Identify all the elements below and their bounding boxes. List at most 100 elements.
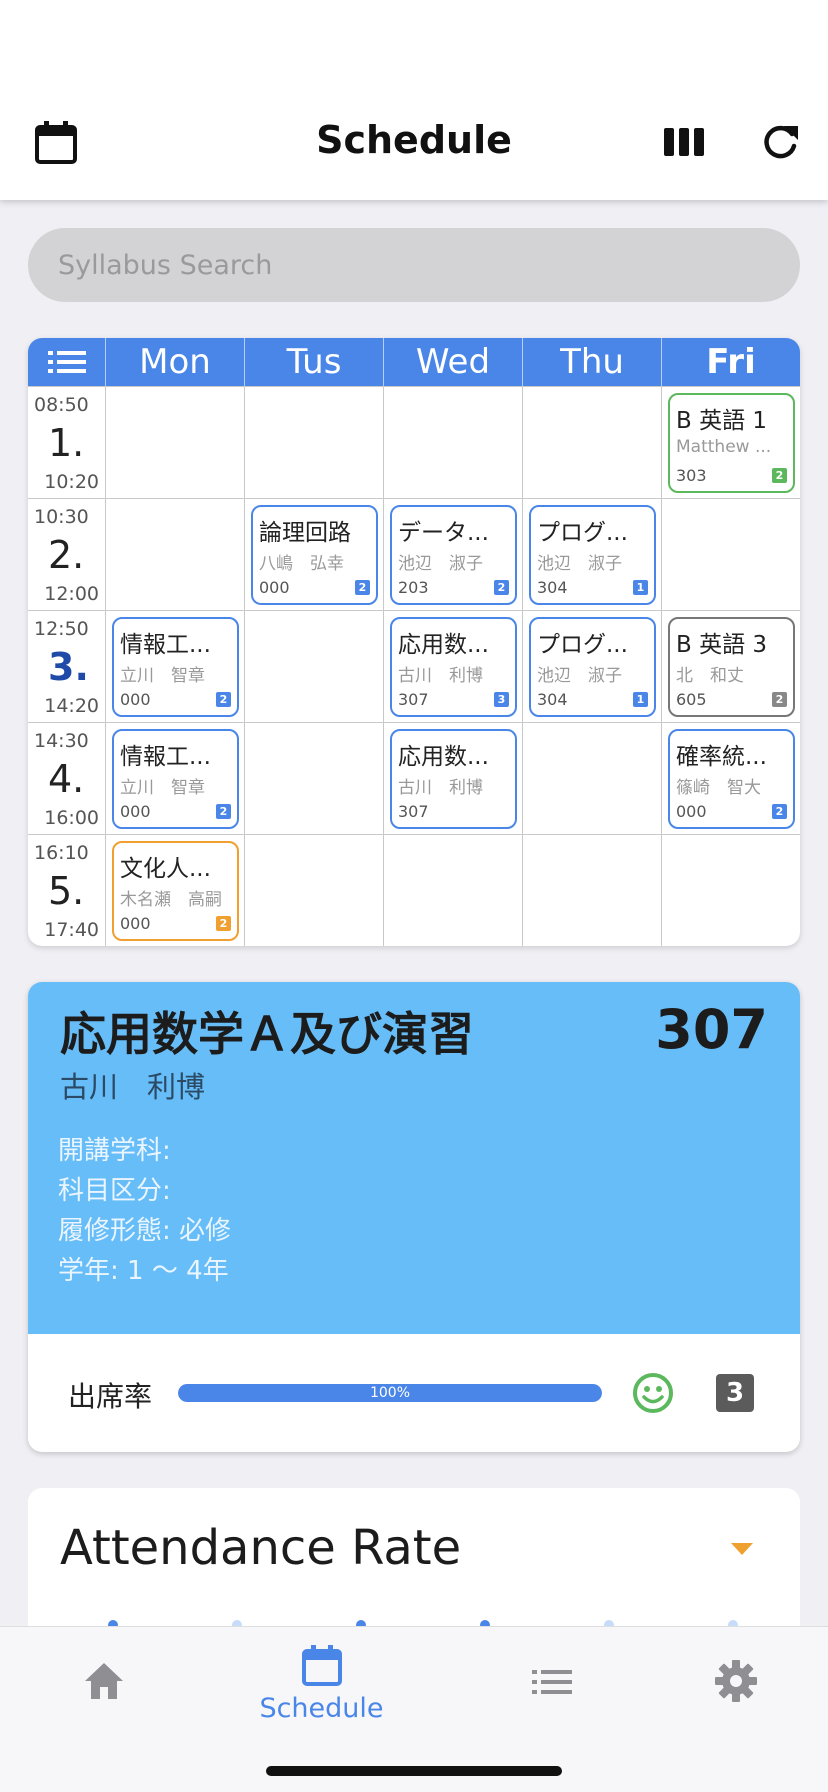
course-card[interactable]: 情報工... 立川 智章 000 2 [112, 729, 239, 829]
course-name: プログ... [537, 632, 628, 658]
timetable-cell[interactable]: 文化人... 木名瀬 高嗣 000 2 [105, 835, 244, 946]
course-card[interactable]: B 英語 1 Matthew ... 303 2 [668, 393, 795, 493]
timetable-menu-icon[interactable] [28, 338, 105, 386]
timetable-cell[interactable]: プログ... 池辺 淑子 304 1 [522, 499, 661, 611]
timetable-cell[interactable]: B 英語 3 北 和丈 605 2 [661, 611, 800, 723]
course-card[interactable]: 応用数... 古川 利博 307 [390, 729, 517, 829]
info-department: 開講学科: [58, 1136, 171, 1166]
timetable-cell[interactable]: 応用数... 古川 利博 307 3 [383, 611, 522, 723]
course-room: 307 [398, 690, 429, 709]
timetable-cell[interactable]: 情報工... 立川 智章 000 2 [105, 611, 244, 723]
course-professor: 池辺 淑子 [537, 666, 622, 686]
caret-down-icon[interactable] [731, 1542, 753, 1561]
timetable-cell[interactable]: 論理回路 八嶋 弘幸 000 2 [244, 499, 383, 611]
day-header-tus: Tus [244, 338, 383, 386]
period-end-time: 14:20 [44, 695, 99, 717]
attendance-rate-title: Attendance Rate [60, 1520, 462, 1576]
course-detail-header: 応用数学Ａ及び演習 307 古川 利博 開講学科: 科目区分: 履修形態: 必修… [28, 982, 800, 1334]
timetable-cell[interactable] [244, 835, 383, 946]
timetable-cell[interactable] [661, 499, 800, 611]
course-name: B 英語 3 [676, 632, 768, 658]
course-room: 000 [120, 690, 151, 709]
timetable-row: 16:10 5. 17:40 文化人... 木名瀬 高嗣 000 2 [28, 834, 800, 946]
timetable-cell[interactable]: 確率統... 篠崎 智大 000 2 [661, 723, 800, 835]
course-professor: 古川 利博 [60, 1070, 206, 1104]
period-end-time: 10:20 [44, 471, 99, 493]
home-icon [84, 1663, 123, 1699]
timetable-cell[interactable]: データ... 池辺 淑子 203 2 [383, 499, 522, 611]
refresh-icon[interactable] [756, 118, 804, 166]
course-card[interactable]: B 英語 3 北 和丈 605 2 [668, 617, 795, 717]
course-card[interactable]: プログ... 池辺 淑子 304 1 [529, 505, 656, 605]
tab-home[interactable] [0, 1641, 207, 1741]
period-number: 5. [48, 869, 85, 913]
course-professor: 篠崎 智大 [676, 778, 761, 798]
timetable-cell[interactable] [105, 387, 244, 499]
timetable-row: 14:30 4. 16:00 情報工... 立川 智章 000 2 応用数... 古川 利博 30… [28, 722, 800, 835]
course-room: 605 [676, 690, 707, 709]
period-label: 10:30 2. 12:00 [28, 499, 105, 611]
timetable-cell[interactable] [522, 835, 661, 946]
course-room: 304 [537, 690, 568, 709]
course-name: 情報工... [120, 632, 211, 658]
info-type: 履修形態: 必修 [58, 1216, 232, 1246]
timetable: Mon Tus Wed Thu Fri 08:50 1. 10:20 B 英語 1 Matthe… [28, 338, 800, 946]
info-grade: 学年: 1 〜 4年 [58, 1256, 229, 1286]
course-card[interactable]: 文化人... 木名瀬 高嗣 000 2 [112, 841, 239, 941]
course-card[interactable]: 応用数... 古川 利博 307 3 [390, 617, 517, 717]
course-card[interactable]: プログ... 池辺 淑子 304 1 [529, 617, 656, 717]
course-room: 000 [259, 578, 290, 597]
course-room: 000 [120, 802, 151, 821]
period-end-time: 16:00 [44, 807, 99, 829]
course-card[interactable]: 確率統... 篠崎 智大 000 2 [668, 729, 795, 829]
period-label: 14:30 4. 16:00 [28, 723, 105, 835]
timetable-cell[interactable]: 応用数... 古川 利博 307 [383, 723, 522, 835]
course-name: 情報工... [120, 744, 211, 770]
course-professor: 池辺 淑子 [537, 554, 622, 574]
tab-schedule[interactable]: Schedule [218, 1641, 425, 1741]
course-room: 304 [537, 578, 568, 597]
day-header-wed: Wed [383, 338, 522, 386]
timetable-cell[interactable] [661, 835, 800, 946]
app-header: Schedule [0, 0, 828, 200]
day-header-mon: Mon [105, 338, 244, 386]
period-end-time: 17:40 [44, 919, 99, 941]
course-name: プログ... [537, 520, 628, 546]
timetable-cell[interactable] [244, 611, 383, 723]
timetable-cell[interactable]: B 英語 1 Matthew ... 303 2 [661, 387, 800, 499]
course-name: 文化人... [120, 856, 211, 882]
course-professor: 北 和丈 [676, 666, 744, 686]
timetable-cell[interactable] [244, 723, 383, 835]
calendar-icon [301, 1645, 342, 1686]
course-card[interactable]: 情報工... 立川 智章 000 2 [112, 617, 239, 717]
timetable-cell[interactable]: 情報工... 立川 智章 000 2 [105, 723, 244, 835]
credit-badge: 2 [216, 916, 231, 931]
tab-list[interactable] [448, 1641, 655, 1741]
timetable-cell[interactable] [383, 835, 522, 946]
course-detail-card[interactable]: 応用数学Ａ及び演習 307 古川 利博 開講学科: 科目区分: 履修形態: 必修… [28, 982, 800, 1452]
course-card[interactable]: データ... 池辺 淑子 203 2 [390, 505, 517, 605]
timetable-header: Mon Tus Wed Thu Fri [28, 338, 800, 386]
period-start-time: 14:30 [34, 730, 89, 752]
credit-badge: 2 [216, 804, 231, 819]
timetable-cell[interactable]: プログ... 池辺 淑子 304 1 [522, 611, 661, 723]
timetable-cell[interactable] [522, 723, 661, 835]
credit-badge: 2 [772, 804, 787, 819]
timetable-cell[interactable] [105, 499, 244, 611]
course-card[interactable]: 論理回路 八嶋 弘幸 000 2 [251, 505, 378, 605]
timetable-cell[interactable] [244, 387, 383, 499]
timetable-cell[interactable] [383, 387, 522, 499]
syllabus-search-input[interactable] [28, 228, 800, 302]
tab-settings[interactable] [632, 1641, 828, 1741]
period-start-time: 08:50 [34, 394, 89, 416]
credit-badge: 2 [216, 692, 231, 707]
columns-icon[interactable] [660, 118, 708, 166]
course-room: 203 [398, 578, 429, 597]
course-title: 応用数学Ａ及び演習 [60, 1007, 474, 1061]
course-room: 000 [676, 802, 707, 821]
timetable-cell[interactable] [522, 387, 661, 499]
course-name: 応用数... [398, 744, 489, 770]
period-number: 2. [48, 533, 85, 577]
period-label: 12:50 3. 14:20 [28, 611, 105, 723]
credit-badge: 2 [772, 692, 787, 707]
